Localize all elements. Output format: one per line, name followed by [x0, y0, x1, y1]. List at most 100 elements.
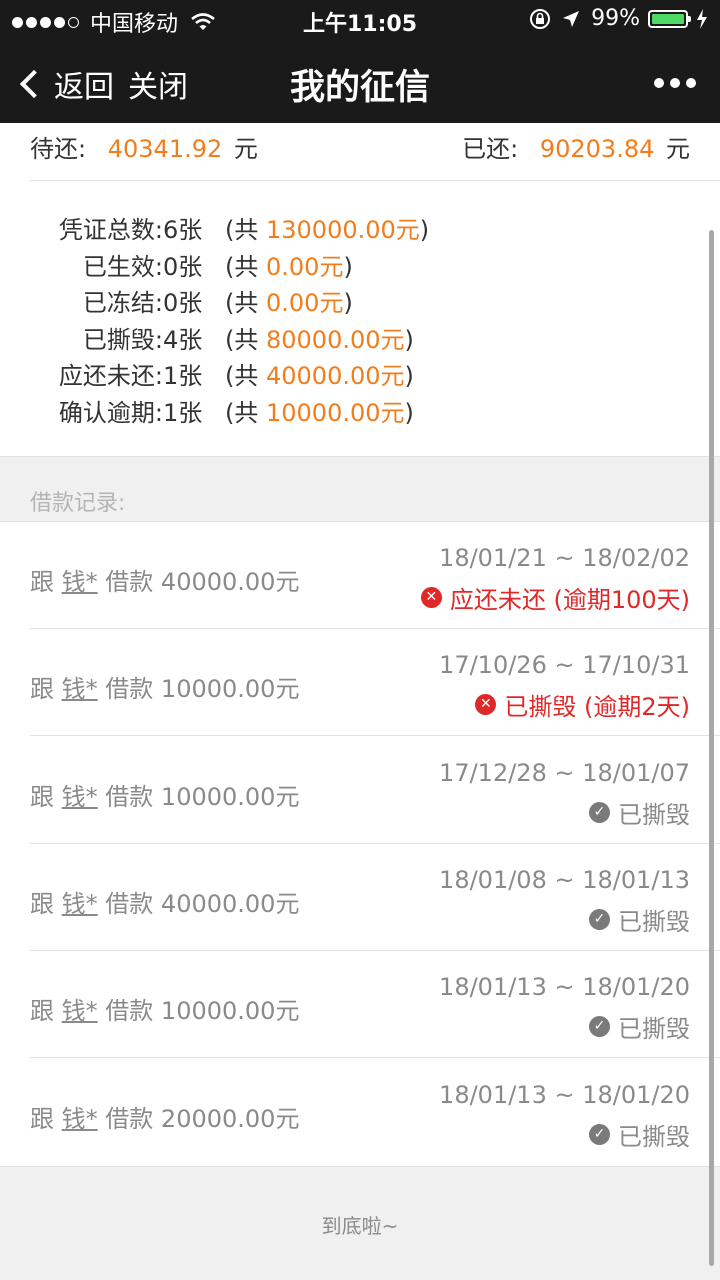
record-dates: 18/01/21 ~ 18/02/02	[439, 544, 690, 572]
charging-icon	[697, 8, 707, 29]
record-action: 借款	[105, 997, 154, 1026]
record-counterparty-link[interactable]: 钱*	[62, 568, 98, 596]
stat-prefix: (共	[225, 216, 266, 244]
record-item[interactable]: 跟 钱* 借款 20000.00元 18/01/13 ~ 18/01/20 ✓ 已撕毁	[0, 1059, 720, 1166]
record-status-text: 应还未还 (逾期100天)	[449, 586, 690, 614]
record-amount: 20000.00元	[160, 1104, 300, 1133]
stat-row-frozen: 已冻结:0张 (共 0.00元)	[30, 285, 429, 322]
scrollbar[interactable]	[709, 230, 714, 1266]
record-amount: 10000.00元	[160, 782, 300, 811]
amount-summary: 待还: 40341.92 元 已还: 90203.84 元	[30, 129, 690, 177]
stat-row-destroyed: 已撕毁:4张 (共 80000.00元)	[30, 322, 429, 359]
stat-count: 6张	[163, 216, 203, 244]
more-menu-button[interactable]	[648, 78, 696, 88]
record-status: ✓ 已撕毁	[589, 795, 690, 830]
record-description: 跟 钱* 借款 10000.00元	[30, 669, 299, 704]
stat-suffix: )	[419, 216, 430, 244]
stat-row-total: 凭证总数:6张 (共 130000.00元)	[30, 212, 429, 249]
credit-summary-panel: 待还: 40341.92 元 已还: 90203.84 元 凭证总数:6张 (共 …	[0, 123, 720, 456]
stat-prefix: (共	[225, 362, 266, 390]
record-description: 跟 钱* 借款 20000.00元	[30, 1099, 299, 1134]
pending-label: 待还:	[30, 135, 87, 163]
stat-label: 确认逾期:	[58, 398, 163, 427]
record-prefix: 跟	[30, 997, 54, 1026]
paid-unit: 元	[666, 135, 690, 163]
stat-prefix: (共	[225, 289, 266, 317]
paid-label: 已还:	[462, 135, 519, 163]
record-counterparty-link[interactable]: 钱*	[62, 675, 98, 703]
stat-suffix: )	[343, 252, 353, 281]
record-item[interactable]: 跟 钱* 借款 40000.00元 18/01/21 ~ 18/02/02 ✕ 应还未…	[0, 522, 720, 629]
pending-unit: 元	[233, 135, 258, 163]
stat-row-unpaid: 应还未还:1张 (共 40000.00元)	[30, 358, 429, 395]
record-prefix: 跟	[30, 675, 54, 704]
record-status-text: 已撕毁	[618, 1122, 690, 1151]
record-amount: 10000.00元	[160, 675, 300, 704]
record-description: 跟 钱* 借款 40000.00元	[30, 884, 299, 919]
stat-row-active: 已生效:0张 (共 0.00元)	[30, 249, 429, 286]
check-circle-icon: ✓	[589, 1123, 610, 1145]
stat-amount: 130000.00元	[266, 216, 420, 244]
record-description: 跟 钱* 借款 40000.00元	[30, 562, 299, 597]
stat-amount: 0.00元	[266, 289, 344, 317]
stat-prefix: (共	[225, 398, 266, 427]
record-dates: 17/10/26 ~ 17/10/31	[439, 651, 690, 680]
stat-label: 已冻结:	[82, 289, 163, 317]
battery-icon	[648, 9, 691, 28]
top-bar: 中国移动 上午11:05 99% 返回 关闭 我的征信	[0, 0, 720, 123]
check-circle-icon: ✓	[589, 908, 610, 930]
pending-value: 40341.92	[107, 135, 223, 163]
record-status-text: 已撕毁	[618, 800, 690, 829]
record-description: 跟 钱* 借款 10000.00元	[30, 777, 299, 812]
record-counterparty-link[interactable]: 钱*	[62, 783, 98, 811]
paid-value: 90203.84	[539, 135, 655, 163]
stat-amount: 40000.00元	[266, 362, 405, 390]
record-status-text: 已撕毁 (逾期2天)	[504, 693, 690, 722]
record-status: ✕ 已撕毁 (逾期2天)	[475, 687, 690, 722]
record-counterparty-link[interactable]: 钱*	[62, 1105, 98, 1133]
page-title: 我的征信	[289, 68, 430, 108]
record-item[interactable]: 跟 钱* 借款 10000.00元 17/12/28 ~ 18/01/07 ✓ 已撕毁	[0, 737, 720, 844]
stat-label: 应还未还:	[58, 362, 163, 390]
record-counterparty-link[interactable]: 钱*	[62, 997, 98, 1025]
record-item[interactable]: 跟 钱* 借款 10000.00元 18/01/13 ~ 18/01/20 ✓ 已撕毁	[0, 951, 720, 1059]
record-prefix: 跟	[30, 889, 54, 918]
record-item[interactable]: 跟 钱* 借款 10000.00元 17/10/26 ~ 17/10/31 ✕ 已撕毁…	[0, 629, 720, 737]
status-right: 99%	[529, 6, 708, 31]
stat-amount: 80000.00元	[266, 325, 405, 354]
stat-row-overdue: 确认逾期:1张 (共 10000.00元)	[30, 395, 429, 432]
stat-label: 已撕毁:	[82, 325, 163, 354]
record-amount: 40000.00元	[160, 568, 300, 596]
end-of-list-label: 到底啦~	[321, 1214, 399, 1238]
stat-label: 凭证总数:	[58, 216, 163, 244]
record-action: 借款	[105, 568, 154, 596]
record-item[interactable]: 跟 钱* 借款 40000.00元 18/01/08 ~ 18/01/13 ✓ 已撕毁	[0, 844, 720, 951]
record-dates: 18/01/08 ~ 18/01/13	[439, 865, 690, 894]
record-description: 跟 钱* 借款 10000.00元	[30, 991, 299, 1026]
record-action: 借款	[105, 782, 154, 811]
stat-count: 0张	[163, 289, 203, 317]
error-circle-icon: ✕	[475, 694, 497, 716]
records-header-label: 借款记录:	[30, 491, 126, 516]
paid-amount: 已还: 90203.84 元	[462, 129, 690, 164]
stat-prefix: (共	[225, 252, 266, 281]
records-list: 跟 钱* 借款 40000.00元 18/01/21 ~ 18/02/02 ✕ 应还未…	[0, 522, 720, 1166]
record-status-text: 已撕毁	[618, 907, 690, 936]
record-status: ✕ 应还未还 (逾期100天)	[420, 580, 690, 615]
status-bar: 中国移动 上午11:05 99%	[0, 0, 720, 40]
record-action: 借款	[105, 675, 154, 704]
records-header: 借款记录:	[0, 456, 720, 522]
record-prefix: 跟	[30, 782, 54, 811]
record-status-text: 已撕毁	[618, 1015, 690, 1044]
divider	[30, 180, 720, 181]
stat-suffix: )	[404, 325, 414, 354]
stat-suffix: )	[404, 362, 414, 390]
more-dot-icon	[686, 78, 696, 88]
stat-amount: 0.00元	[266, 252, 344, 281]
record-amount: 10000.00元	[160, 997, 300, 1026]
stat-label: 已生效:	[82, 252, 163, 281]
stat-suffix: )	[404, 398, 414, 427]
rotation-lock-icon	[530, 8, 551, 29]
record-counterparty-link[interactable]: 钱*	[62, 890, 98, 918]
record-prefix: 跟	[30, 568, 54, 596]
